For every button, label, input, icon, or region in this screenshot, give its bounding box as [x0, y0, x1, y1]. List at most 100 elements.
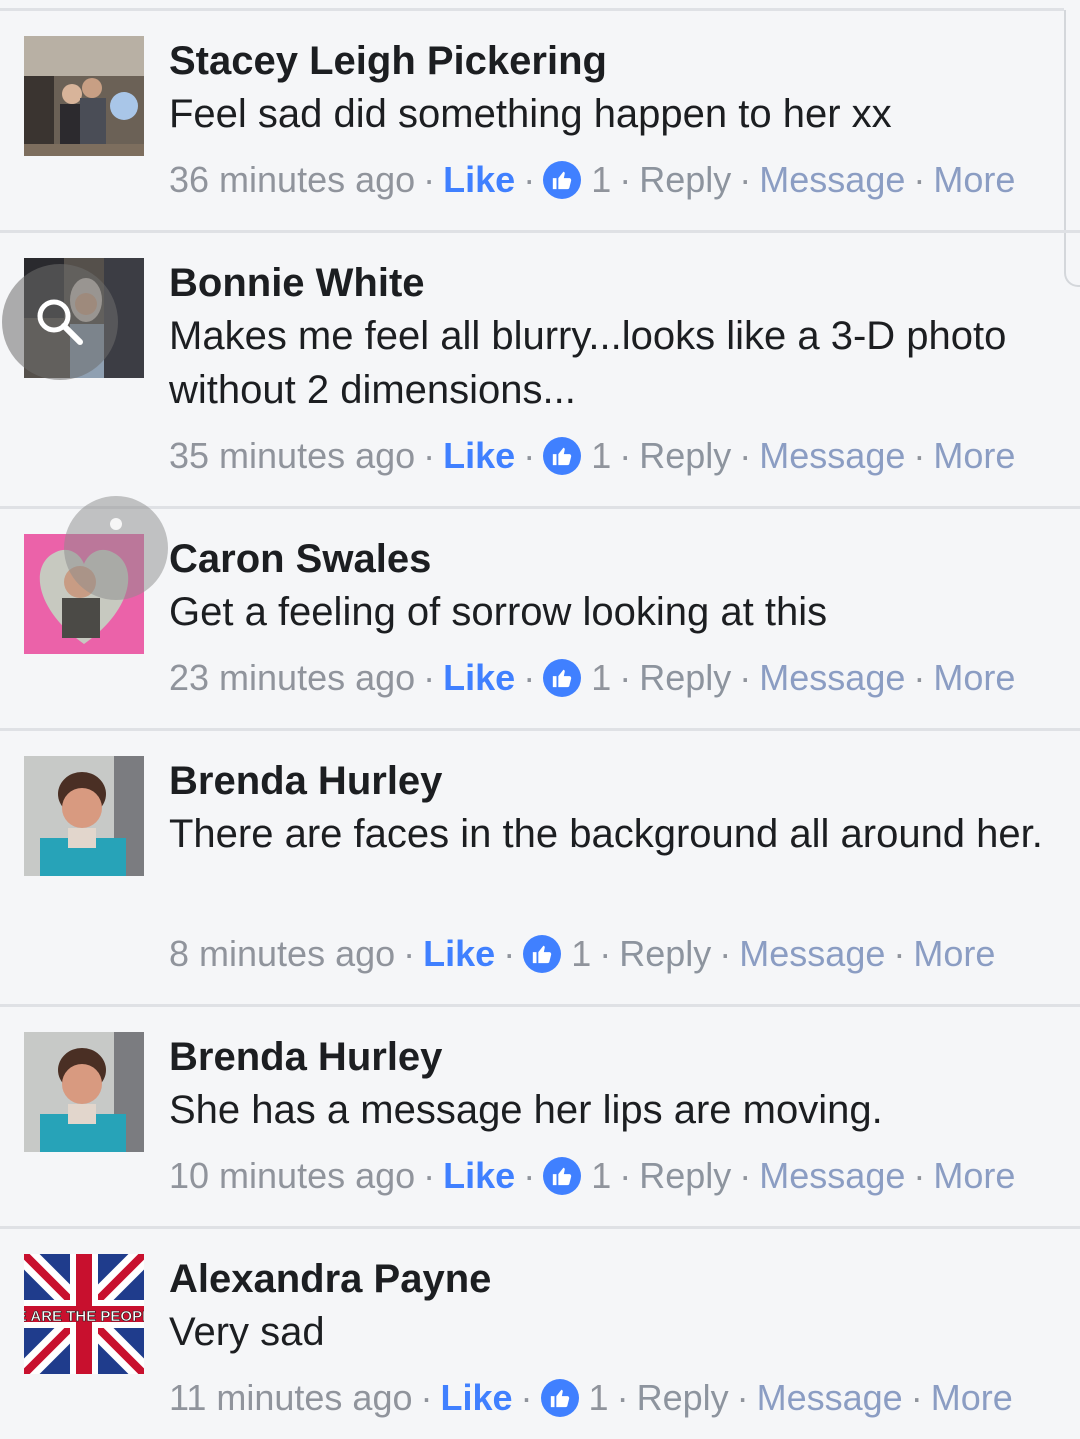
separator: · — [719, 933, 732, 974]
like-button[interactable]: Like — [443, 1154, 515, 1198]
comment-actions: 36 minutes ago · Like · 1 · Reply · Mess… — [169, 158, 1015, 202]
message-button[interactable]: Message — [757, 1376, 903, 1420]
comment-author[interactable]: Stacey Leigh Pickering — [169, 38, 607, 84]
reply-button[interactable]: Reply — [619, 932, 711, 976]
separator: · — [420, 1377, 433, 1418]
separator: · — [913, 435, 926, 476]
separator: · — [619, 1155, 632, 1196]
magnifier-icon — [37, 299, 83, 345]
separator: · — [913, 657, 926, 698]
avatar[interactable] — [24, 1032, 144, 1152]
comment-timestamp[interactable]: 10 minutes ago — [169, 1154, 415, 1198]
reply-button[interactable]: Reply — [639, 656, 731, 700]
separator: · — [910, 1377, 923, 1418]
separator: · — [599, 933, 612, 974]
more-button[interactable]: More — [933, 656, 1015, 700]
touch-dot — [110, 518, 122, 530]
separator: · — [523, 657, 536, 698]
separator: · — [619, 159, 632, 200]
thumbs-up-icon[interactable] — [540, 1379, 579, 1417]
separator: · — [616, 1377, 629, 1418]
reply-button[interactable]: Reply — [637, 1376, 729, 1420]
separator: · — [423, 1155, 436, 1196]
like-count[interactable]: 1 — [591, 434, 611, 478]
like-count[interactable]: 1 — [591, 656, 611, 700]
more-button[interactable]: More — [913, 932, 995, 976]
separator: · — [619, 435, 632, 476]
avatar[interactable] — [24, 36, 144, 156]
separator: · — [523, 1155, 536, 1196]
message-button[interactable]: Message — [739, 932, 885, 976]
comment-text: Very sad — [169, 1310, 325, 1354]
comment-actions: 11 minutes ago · Like · 1 · Reply · Mess… — [169, 1376, 1013, 1420]
comment-timestamp[interactable]: 36 minutes ago — [169, 158, 415, 202]
like-button[interactable]: Like — [443, 158, 515, 202]
separator: · — [913, 1155, 926, 1196]
reply-button[interactable]: Reply — [639, 158, 731, 202]
avatar-photo — [24, 756, 144, 876]
separator: · — [739, 435, 752, 476]
thumbs-up-icon[interactable] — [543, 1157, 582, 1195]
comment-feed: Stacey Leigh Pickering Feel sad did some… — [0, 0, 1080, 1439]
comment-timestamp[interactable]: 8 minutes ago — [169, 932, 395, 976]
comment-author[interactable]: Alexandra Payne — [169, 1256, 491, 1302]
svg-text:E ARE THE PEOPL: E ARE THE PEOPL — [24, 1308, 144, 1325]
thumbs-up-icon[interactable] — [523, 935, 562, 973]
separator: · — [520, 1377, 533, 1418]
like-count[interactable]: 1 — [571, 932, 591, 976]
comment-item: Bonnie White Makes me feel all blurry...… — [0, 233, 1080, 509]
thumbs-up-icon[interactable] — [543, 161, 582, 199]
comment-actions: 8 minutes ago · Like · 1 · Reply · Messa… — [169, 932, 995, 976]
union-jack-avatar: E ARE THE PEOPL — [24, 1254, 144, 1374]
like-button[interactable]: Like — [423, 932, 495, 976]
separator: · — [739, 1155, 752, 1196]
like-count[interactable]: 1 — [591, 1154, 611, 1198]
avatar-photo — [24, 36, 144, 156]
comment-timestamp[interactable]: 35 minutes ago — [169, 434, 415, 478]
separator: · — [619, 657, 632, 698]
more-button[interactable]: More — [933, 1154, 1015, 1198]
comment-item: E ARE THE PEOPL Alexandra Payne Very sad… — [0, 1229, 1080, 1439]
comment-text: She has a message her lips are moving. — [169, 1088, 883, 1132]
comment-timestamp[interactable]: 11 minutes ago — [169, 1376, 413, 1420]
thumbs-up-icon[interactable] — [543, 659, 582, 697]
comment-item: Stacey Leigh Pickering Feel sad did some… — [0, 11, 1080, 233]
more-button[interactable]: More — [931, 1376, 1013, 1420]
comment-text: There are faces in the background all ar… — [169, 812, 1043, 856]
message-button[interactable]: Message — [759, 1154, 905, 1198]
avatar[interactable]: E ARE THE PEOPL — [24, 1254, 144, 1374]
like-button[interactable]: Like — [443, 434, 515, 478]
avatar-photo — [24, 1032, 144, 1152]
separator: · — [739, 657, 752, 698]
reply-button[interactable]: Reply — [639, 434, 731, 478]
like-button[interactable]: Like — [441, 1376, 513, 1420]
comment-item: Brenda Hurley She has a message her lips… — [0, 1007, 1080, 1229]
like-count[interactable]: 1 — [591, 158, 611, 202]
avatar[interactable] — [24, 756, 144, 876]
thumbs-up-icon[interactable] — [543, 437, 582, 475]
separator: · — [736, 1377, 749, 1418]
reply-button[interactable]: Reply — [639, 1154, 731, 1198]
comment-item: Brenda Hurley There are faces in the bac… — [0, 731, 1080, 1007]
comment-author[interactable]: Brenda Hurley — [169, 1034, 442, 1080]
comment-text: Feel sad did something happen to her xx — [169, 92, 892, 136]
separator: · — [523, 159, 536, 200]
message-button[interactable]: Message — [759, 656, 905, 700]
comment-author[interactable]: Bonnie White — [169, 260, 425, 306]
comment-actions: 23 minutes ago · Like · 1 · Reply · Mess… — [169, 656, 1015, 700]
separator: · — [913, 159, 926, 200]
comment-text: Makes me feel all blurry...looks like a … — [169, 314, 1007, 412]
message-button[interactable]: Message — [759, 434, 905, 478]
zoom-overlay[interactable] — [2, 264, 118, 380]
like-count[interactable]: 1 — [589, 1376, 609, 1420]
more-button[interactable]: More — [933, 434, 1015, 478]
separator: · — [523, 435, 536, 476]
separator: · — [423, 435, 436, 476]
more-button[interactable]: More — [933, 158, 1015, 202]
comment-timestamp[interactable]: 23 minutes ago — [169, 656, 415, 700]
message-button[interactable]: Message — [759, 158, 905, 202]
like-button[interactable]: Like — [443, 656, 515, 700]
comment-actions: 35 minutes ago · Like · 1 · Reply · Mess… — [169, 434, 1015, 478]
comment-author[interactable]: Brenda Hurley — [169, 758, 442, 804]
comment-author[interactable]: Caron Swales — [169, 536, 431, 582]
